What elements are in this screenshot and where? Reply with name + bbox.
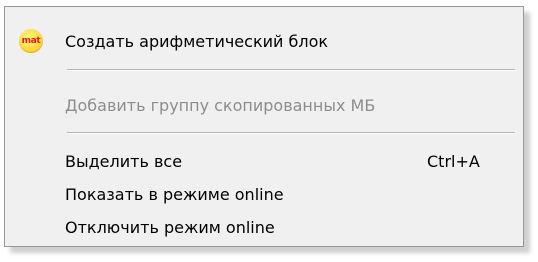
context-menu: mat Создать арифметический блок Добавить… (4, 6, 524, 247)
menu-item-label: Выделить все (65, 151, 183, 171)
menu-item-disable-online[interactable]: Отключить режим online (5, 209, 523, 245)
menu-item-label: Отключить режим online (65, 217, 275, 237)
menu-item-label: Добавить группу скопированных МБ (65, 95, 376, 115)
menu-separator (67, 132, 515, 134)
menu-item-add-copied-group[interactable]: Добавить группу скопированных МБ (5, 87, 523, 123)
menu-item-label: Создать арифметический блок (65, 31, 329, 51)
menu-item-create-arithmetic-block[interactable]: mat Создать арифметический блок (5, 23, 523, 59)
menu-item-shortcut: Ctrl+A (427, 151, 480, 171)
menu-item-show-online[interactable]: Показать в режиме online (5, 176, 523, 212)
menu-item-select-all[interactable]: Выделить все Ctrl+A (5, 143, 523, 179)
mat-icon: mat (19, 29, 43, 53)
menu-item-label: Показать в режиме online (65, 184, 284, 204)
menu-separator (67, 69, 515, 71)
